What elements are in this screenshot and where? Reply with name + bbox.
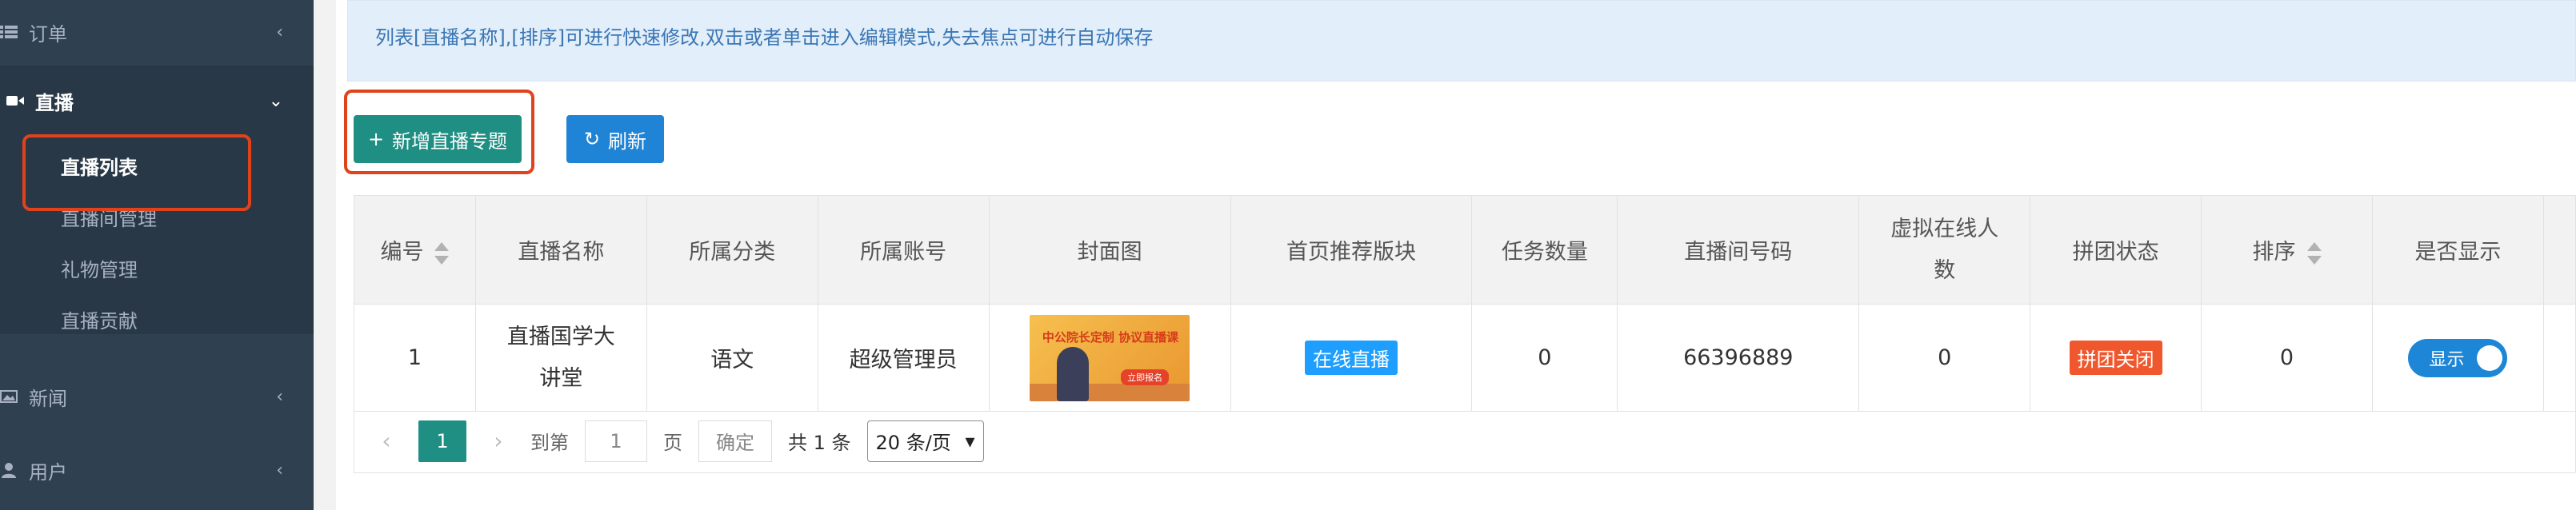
col-header-id[interactable]: 编号: [354, 195, 476, 305]
cell-extra: [2542, 304, 2576, 412]
goto-page-input[interactable]: 1: [585, 420, 647, 462]
cell-category: 语文: [646, 304, 818, 412]
goto-confirm-button[interactable]: 确定: [698, 420, 772, 462]
highlight-box: [344, 90, 534, 174]
sidebar-item-label: 新闻: [29, 387, 67, 410]
col-header-extra: [2542, 195, 2576, 305]
refresh-icon: ↻: [583, 128, 601, 150]
cell-recommend: 在线直播: [1230, 304, 1473, 412]
goto-label: 到第: [530, 432, 569, 454]
user-icon: [0, 461, 18, 479]
chevron-down-icon: ⌄: [268, 90, 283, 111]
col-header-room-no: 直播间号码: [1617, 195, 1860, 305]
notice-alert: 列表[直播名称],[排序]可进行快速修改,双击或者单击进入编辑模式,失去焦点可进…: [347, 0, 2576, 82]
list-icon: [0, 23, 18, 41]
table-row: 1 直播国学大讲堂 语文 超级管理员 中公院长定制 协议直播课 立即报名 在线直…: [354, 304, 2576, 412]
content-panel: 列表[直播名称],[排序]可进行快速修改,双击或者单击进入编辑模式,失去焦点可进…: [336, 0, 2576, 510]
cell-tasks: 0: [1471, 304, 1618, 412]
col-header-cover: 封面图: [988, 195, 1231, 305]
main-content: 列表[直播名称],[排序]可进行快速修改,双击或者单击进入编辑模式,失去焦点可进…: [314, 0, 2576, 510]
sidebar-item-label: 直播: [35, 91, 74, 114]
chevron-left-icon: ‹: [276, 460, 283, 480]
chevron-down-icon: ▾: [965, 429, 975, 452]
cell-virtual-online: 0: [1858, 304, 2031, 412]
pagination: ‹ 1 › 到第 1 页 确定 共 1 条 20 条/页 ▾: [354, 409, 2576, 473]
refresh-button[interactable]: ↻ 刷新: [566, 115, 664, 163]
page-size-value: 20 条/页: [875, 432, 951, 454]
col-header-tasks: 任务数量: [1471, 195, 1618, 305]
chevron-left-icon: ‹: [276, 386, 283, 407]
col-header-recommend: 首页推荐版块: [1230, 195, 1473, 305]
sidebar: 订单 ‹ 直播 ⌄ 直播列表 直播间管理 礼物管理 直播贡献 新闻 ‹ 用户 ‹: [0, 0, 314, 510]
highlight-box: [22, 134, 251, 211]
col-header-sort[interactable]: 排序: [2201, 195, 2373, 305]
sidebar-item-label: 用户: [29, 460, 67, 484]
show-toggle-label: 显示: [2429, 349, 2465, 370]
page-unit-label: 页: [663, 432, 682, 454]
col-header-category: 所属分类: [646, 195, 818, 305]
toggle-knob: [2477, 345, 2503, 371]
cover-desk: [1030, 383, 1190, 401]
cover-image[interactable]: 中公院长定制 协议直播课 立即报名: [1030, 314, 1190, 401]
group-status-badge: 拼团关闭: [2069, 341, 2162, 375]
sidebar-item-orders[interactable]: 订单 ‹: [0, 8, 314, 56]
sidebar-subitem-contribution[interactable]: 直播贡献: [61, 305, 138, 333]
cell-room-no: 66396889: [1617, 304, 1860, 412]
refresh-button-label: 刷新: [608, 129, 647, 153]
total-count: 共 1 条: [788, 432, 851, 454]
cell-sort[interactable]: 0: [2201, 304, 2373, 412]
sidebar-item-news[interactable]: 新闻 ‹: [0, 373, 314, 420]
col-header-show: 是否显示: [2371, 195, 2544, 305]
next-page-icon[interactable]: ›: [482, 428, 514, 454]
cell-show: 显示: [2371, 304, 2544, 412]
video-camera-icon: [6, 92, 24, 110]
cover-title: 中公院长定制 协议直播课: [1042, 329, 1179, 345]
image-icon: [0, 388, 18, 405]
col-header-group-status: 拼团状态: [2030, 195, 2202, 305]
sidebar-item-users[interactable]: 用户 ‹: [0, 446, 314, 494]
col-header-virtual-online: 虚拟在线人数: [1858, 195, 2031, 305]
table-header-row: 编号 直播名称 所属分类 所属账号 封面图 首页推荐版块 任务数量 直播间号码 …: [354, 195, 2576, 305]
page-size-select[interactable]: 20 条/页 ▾: [866, 420, 984, 462]
cell-cover: 中公院长定制 协议直播课 立即报名: [988, 304, 1231, 412]
col-header-name: 直播名称: [474, 195, 647, 305]
recommend-badge: 在线直播: [1304, 341, 1398, 375]
cell-id: 1: [354, 304, 476, 412]
cell-group-status: 拼团关闭: [2030, 304, 2202, 412]
cover-person: [1057, 346, 1090, 401]
sort-icon[interactable]: [434, 241, 450, 265]
sidebar-item-label: 订单: [29, 22, 67, 46]
cover-tag: 立即报名: [1121, 369, 1170, 385]
prev-page-icon[interactable]: ‹: [370, 428, 402, 454]
col-header-account: 所属账号: [817, 195, 990, 305]
sort-icon[interactable]: [2306, 241, 2322, 265]
cell-name[interactable]: 直播国学大讲堂: [474, 304, 647, 412]
live-table: 编号 直播名称 所属分类 所属账号 封面图 首页推荐版块 任务数量 直播间号码 …: [354, 195, 2576, 412]
show-toggle[interactable]: 显示: [2408, 338, 2508, 377]
chevron-left-icon: ‹: [276, 22, 283, 42]
cell-account: 超级管理员: [817, 304, 990, 412]
page-number-current[interactable]: 1: [418, 420, 466, 462]
sidebar-item-live[interactable]: 直播 ⌄: [0, 77, 314, 125]
sidebar-subitem-gifts[interactable]: 礼物管理: [61, 254, 138, 282]
